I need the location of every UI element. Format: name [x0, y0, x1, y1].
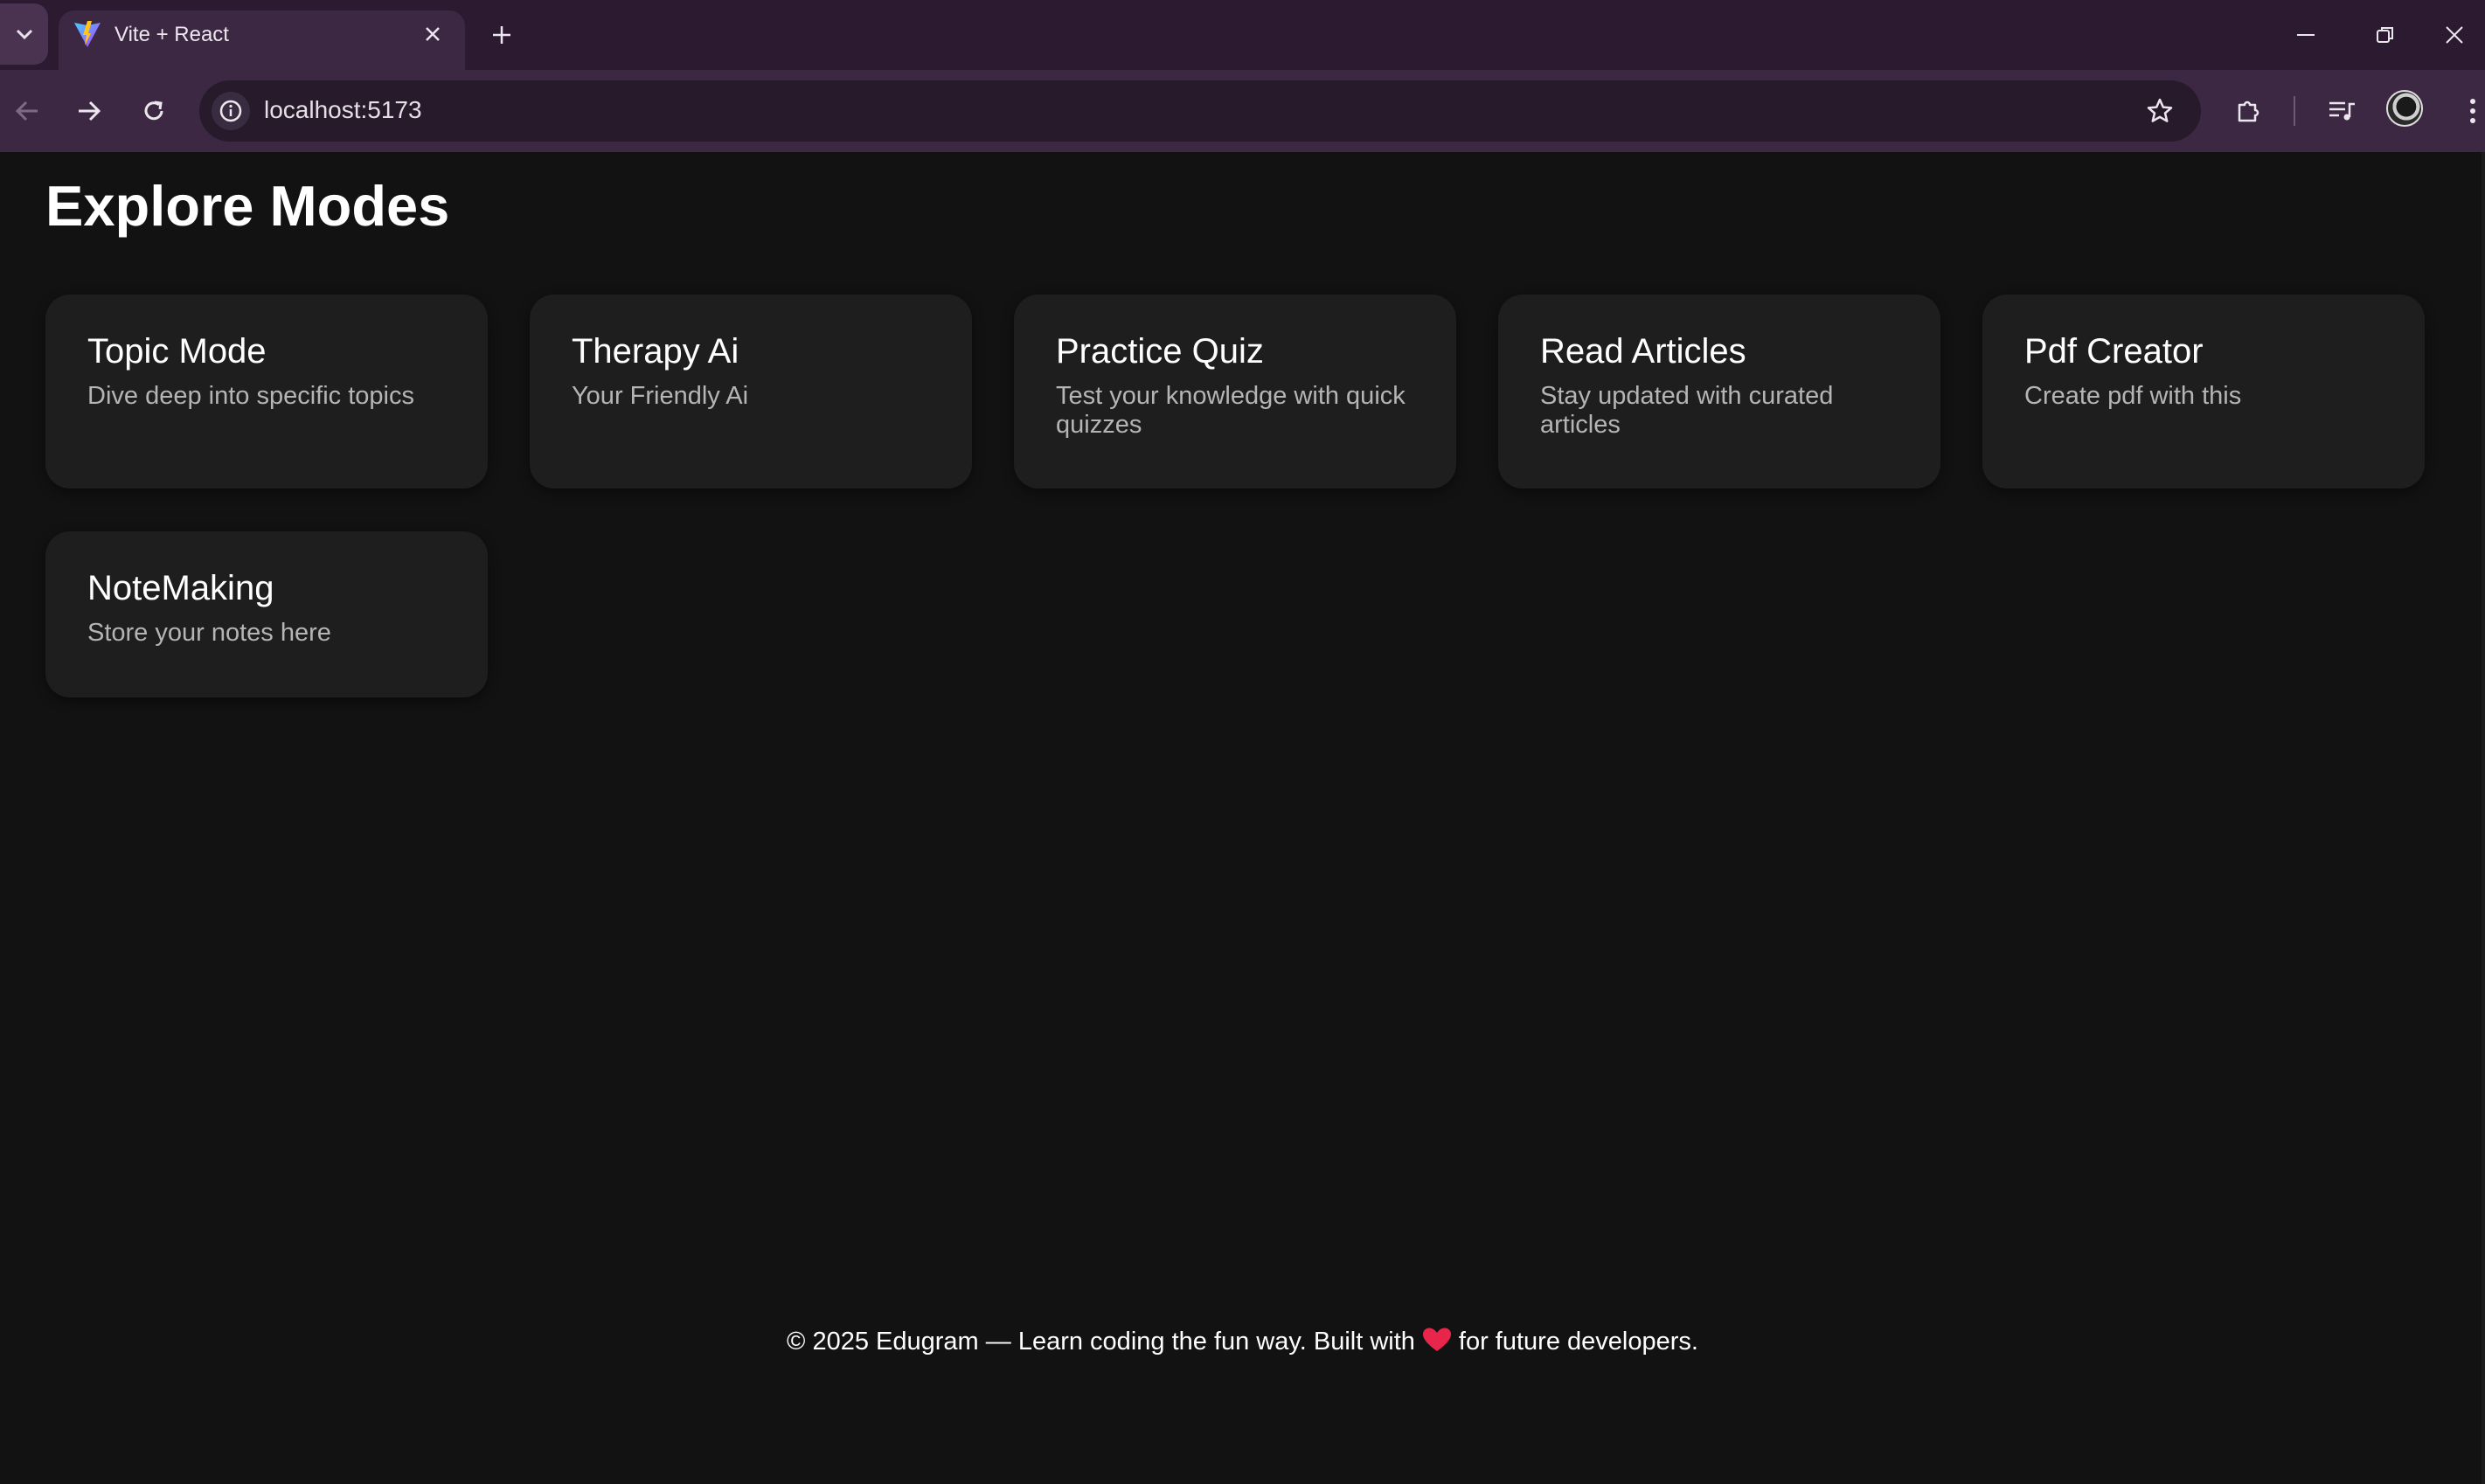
chevron-down-icon: [16, 29, 32, 40]
card-title: Topic Mode: [87, 332, 267, 371]
mode-card-topic-mode[interactable]: Topic Mode Dive deep into specific topic…: [45, 295, 488, 489]
card-description: Store your notes here: [87, 619, 331, 647]
tab-close-button[interactable]: [416, 17, 449, 51]
card-description: Stay updated with curated articles: [1540, 382, 1834, 439]
card-title: NoteMaking: [87, 569, 274, 607]
arrow-left-icon: [15, 101, 38, 121]
mode-card-practice-quiz[interactable]: Practice Quiz Test your knowledge with q…: [1014, 295, 1456, 489]
mode-card-therapy-ai[interactable]: Therapy Ai Your Friendly Ai: [530, 295, 972, 489]
scrollbar-track[interactable]: [2482, 152, 2485, 1484]
back-button[interactable]: [5, 89, 49, 133]
url-text[interactable]: localhost:5173: [264, 96, 422, 124]
card-title: Pdf Creator: [2024, 332, 2204, 371]
info-icon: [219, 100, 242, 122]
footer-text-after: for future developers.: [1458, 1328, 1698, 1356]
mode-card-pdf-creator[interactable]: Pdf Creator Create pdf with this: [1982, 295, 2425, 489]
card-description: Dive deep into specific topics: [87, 382, 414, 410]
card-description: Test your knowledge with quick quizzes: [1056, 382, 1406, 439]
footer-text-before: © 2025 Edugram — Learn coding the fun wa…: [787, 1328, 1415, 1356]
minimize-button[interactable]: [2275, 10, 2336, 59]
address-bar[interactable]: localhost:5173: [199, 80, 2201, 142]
profile-avatar[interactable]: [2386, 90, 2423, 127]
heart-icon: [1422, 1328, 1451, 1351]
star-icon: [2147, 98, 2173, 122]
vite-logo-icon: [74, 21, 101, 47]
browser-toolbar: localhost:5173: [0, 70, 2485, 152]
restore-button[interactable]: [2355, 10, 2416, 59]
more-vertical-icon: [2470, 99, 2475, 123]
close-icon: [426, 27, 440, 41]
browser-tab[interactable]: Vite + React: [59, 10, 465, 70]
toolbar-separator: [2294, 96, 2295, 126]
card-description: Your Friendly Ai: [572, 382, 749, 410]
arrow-right-icon: [79, 101, 101, 121]
card-title: Practice Quiz: [1056, 332, 1264, 371]
card-title: Therapy Ai: [572, 332, 739, 371]
page-title: Explore Modes: [45, 174, 450, 238]
reload-button[interactable]: [132, 89, 176, 133]
extensions-button[interactable]: [2227, 89, 2271, 133]
tab-search-button[interactable]: [0, 3, 48, 65]
browser-tab-strip: Vite + React: [0, 0, 2485, 70]
browser-menu-button[interactable]: [2451, 89, 2485, 133]
close-window-button[interactable]: [2424, 10, 2485, 59]
close-icon: [2446, 26, 2463, 44]
mode-card-notemaking[interactable]: NoteMaking Store your notes here: [45, 531, 488, 697]
card-description: Create pdf with this: [2024, 382, 2242, 410]
restore-icon: [2377, 27, 2393, 43]
page-footer: © 2025 Edugram — Learn coding the fun wa…: [0, 1327, 2485, 1356]
minimize-icon: [2297, 34, 2315, 36]
mode-card-read-articles[interactable]: Read Articles Stay updated with curated …: [1498, 295, 1940, 489]
plus-icon: [493, 26, 510, 44]
reload-icon: [144, 101, 163, 121]
forward-button[interactable]: [67, 89, 111, 133]
tab-title: Vite + React: [115, 23, 229, 46]
site-info-button[interactable]: [212, 92, 250, 130]
card-title: Read Articles: [1540, 332, 1746, 371]
bookmark-button[interactable]: [2140, 91, 2180, 131]
new-tab-button[interactable]: [482, 16, 521, 54]
playlist-music-icon: [2329, 101, 2355, 121]
puzzle-icon: [2238, 101, 2259, 122]
media-controls-button[interactable]: [2321, 89, 2364, 133]
